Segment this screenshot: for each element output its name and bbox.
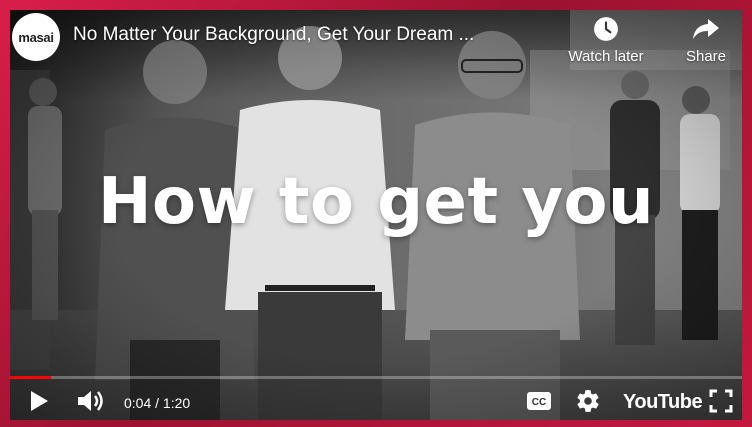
gear-icon xyxy=(577,390,599,412)
channel-avatar[interactable]: masai xyxy=(12,13,60,61)
play-button[interactable] xyxy=(24,387,54,415)
share-arrow-icon xyxy=(691,14,721,44)
share-label: Share xyxy=(685,48,727,65)
share-button[interactable]: Share xyxy=(678,14,734,65)
youtube-logo[interactable]: YouTube xyxy=(623,391,703,414)
video-player[interactable]: How to get you masai No Matter Your Back… xyxy=(10,10,742,420)
svg-text:CC: CC xyxy=(532,397,546,408)
watch-later-button[interactable]: Watch later xyxy=(558,14,654,65)
closed-captions-icon: CC xyxy=(527,392,551,410)
progress-played xyxy=(10,376,51,379)
mute-button[interactable] xyxy=(74,387,108,415)
video-embed-frame: How to get you masai No Matter Your Back… xyxy=(0,0,752,427)
watch-later-label: Watch later xyxy=(568,48,644,65)
settings-button[interactable] xyxy=(573,387,603,415)
time-display: 0:04 / 1:20 xyxy=(124,395,191,411)
player-controls: 0:04 / 1:20 CC YouTube xyxy=(10,382,742,420)
fullscreen-button[interactable] xyxy=(706,387,736,415)
progress-bar[interactable] xyxy=(10,376,742,379)
video-title[interactable]: No Matter Your Background, Get Your Drea… xyxy=(73,24,553,46)
play-icon xyxy=(31,391,48,411)
video-overlay-headline: How to get you xyxy=(97,165,655,239)
player-top-bar: masai No Matter Your Background, Get You… xyxy=(10,10,742,80)
volume-icon xyxy=(78,391,103,411)
fullscreen-icon xyxy=(709,389,733,413)
clock-icon xyxy=(591,14,621,44)
captions-button[interactable]: CC xyxy=(524,387,554,415)
